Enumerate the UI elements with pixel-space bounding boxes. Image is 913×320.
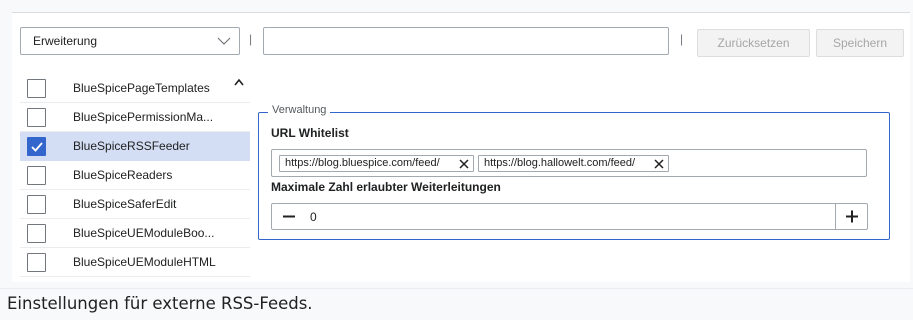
extension-checkbox[interactable] — [27, 137, 46, 156]
extension-checkbox[interactable] — [27, 108, 46, 127]
decrement-button[interactable] — [278, 204, 300, 229]
plus-icon — [846, 210, 858, 223]
max-redirects-value[interactable]: 0 — [310, 210, 317, 224]
extension-row[interactable]: BlueSpiceReaders — [20, 161, 250, 190]
max-redirects-label: Maximale Zahl erlaubter Weiterleitungen — [271, 180, 501, 194]
extension-label: BlueSpicePageTemplates — [73, 81, 210, 95]
figure-caption: Einstellungen für externe RSS-Feeds. — [0, 288, 913, 320]
category-select-value: Erweiterung — [33, 34, 98, 48]
url-tag: https://blog.bluespice.com/feed/ — [279, 155, 474, 172]
extension-checkbox[interactable] — [27, 195, 46, 214]
filter-input[interactable] — [263, 27, 669, 55]
url-tag: https://blog.hallowelt.com/feed/ — [478, 155, 669, 172]
chevron-down-icon — [217, 37, 231, 45]
max-redirects-stepper: 0 — [271, 203, 868, 230]
extension-row[interactable]: BlueSpicePageTemplates — [20, 74, 250, 103]
url-whitelist-input[interactable]: https://blog.bluespice.com/feed/ https:/… — [271, 149, 867, 177]
minus-icon — [283, 215, 295, 218]
extension-row[interactable]: BlueSpiceSaferEdit — [20, 190, 250, 219]
reset-button[interactable]: Zurücksetzen — [697, 29, 810, 57]
extension-row[interactable]: BlueSpicePermissionMa... — [20, 103, 250, 132]
extension-row[interactable]: BlueSpiceRSSFeeder — [20, 132, 250, 161]
extension-label: BlueSpiceUEModuleHTML — [73, 255, 216, 269]
extension-label: BlueSpiceRSSFeeder — [73, 139, 190, 153]
scroll-up-icon[interactable] — [234, 78, 244, 86]
toolbar-separator: | — [249, 32, 253, 46]
extension-label: BlueSpicePermissionMa... — [73, 110, 214, 124]
extension-list: BlueSpicePageTemplates BlueSpicePermissio… — [20, 74, 250, 282]
category-select[interactable]: Erweiterung — [20, 27, 240, 55]
extension-label: BlueSpiceReaders — [73, 168, 173, 182]
url-tag-label: https://blog.hallowelt.com/feed/ — [484, 157, 636, 169]
save-button[interactable]: Speichern — [816, 29, 904, 57]
increment-button[interactable] — [835, 204, 867, 229]
screenshot-frame: Erweiterung | | Zurücksetzen Speichern B… — [0, 0, 913, 320]
remove-tag-icon[interactable] — [654, 159, 664, 169]
url-whitelist-label: URL Whitelist — [271, 126, 349, 140]
extension-label: BlueSpiceUEModuleBoo... — [73, 226, 215, 240]
extension-row[interactable]: BlueSpiceUEModuleBoo... — [20, 219, 250, 248]
extension-checkbox[interactable] — [27, 224, 46, 243]
remove-tag-icon[interactable] — [459, 159, 469, 169]
url-tag-label: https://blog.bluespice.com/feed/ — [285, 157, 440, 169]
fieldset-legend: Verwaltung — [268, 104, 331, 116]
extension-checkbox[interactable] — [27, 79, 46, 98]
extension-row[interactable]: BlueSpiceUEModuleHTML — [20, 248, 250, 277]
extension-checkbox[interactable] — [27, 253, 46, 272]
checkmark-icon — [31, 142, 43, 152]
toolbar-separator: | — [680, 32, 684, 46]
extension-checkbox[interactable] — [27, 166, 46, 185]
extension-label: BlueSpiceSaferEdit — [73, 197, 177, 211]
